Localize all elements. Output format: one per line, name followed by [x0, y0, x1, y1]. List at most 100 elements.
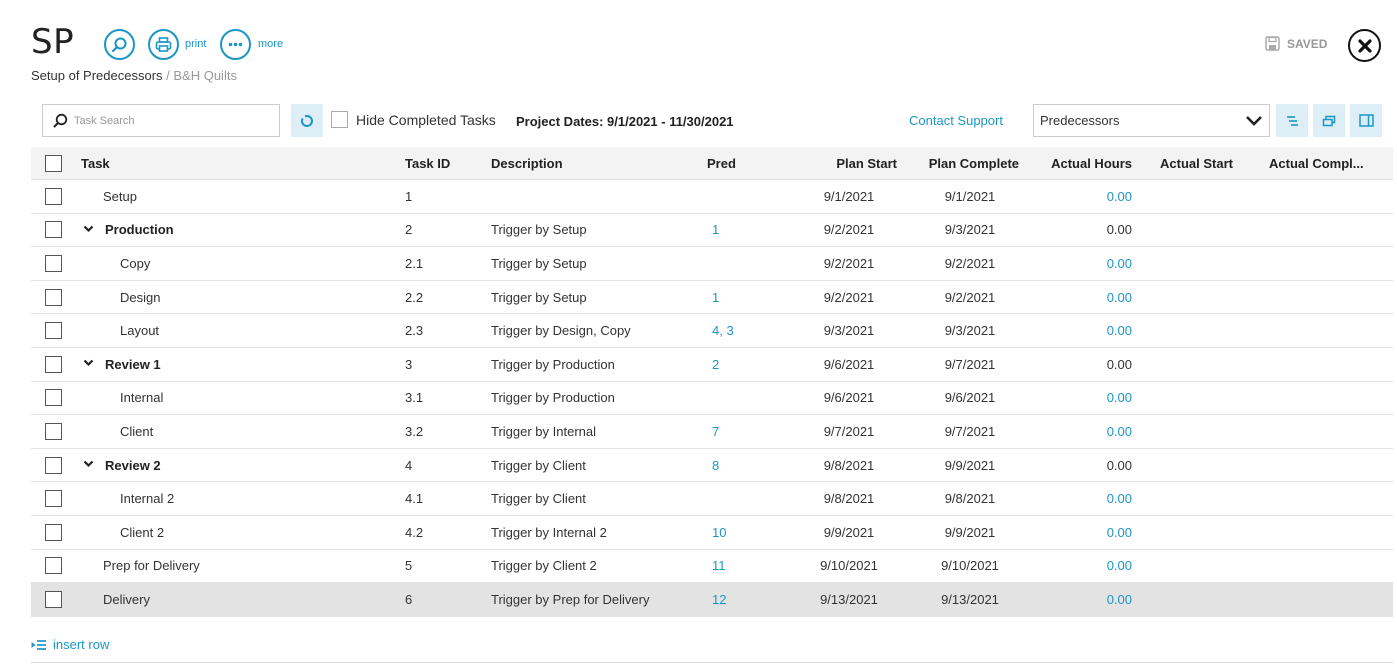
description-cell: Trigger by Prep for Delivery [491, 591, 650, 607]
col-header-actual-hours[interactable]: Actual Hours [1032, 147, 1132, 179]
row-checkbox[interactable] [45, 590, 62, 608]
col-header-task[interactable]: Task [81, 147, 110, 179]
task-name-cell[interactable]: Prep for Delivery [103, 550, 200, 583]
task-name-cell[interactable]: Setup [103, 180, 137, 213]
panel-view-button[interactable] [1350, 104, 1382, 137]
print-button[interactable] [148, 29, 179, 60]
pred-cell[interactable]: 10 [712, 516, 726, 549]
col-header-actual-start[interactable]: Actual Start [1160, 147, 1233, 179]
chevron-down-icon[interactable] [83, 224, 97, 236]
hide-completed-checkbox[interactable] [331, 111, 348, 128]
table-row[interactable]: Layout 2.3 Trigger by Design, Copy 4, 3 9/3/… [31, 314, 1393, 348]
row-checkbox[interactable] [45, 187, 62, 205]
more-button[interactable] [220, 29, 251, 60]
search-button[interactable] [104, 29, 135, 60]
table-row[interactable]: Internal 2 4.1 Trigger by Client 9/8/2021 9/… [31, 482, 1393, 516]
task-search-box[interactable] [42, 104, 280, 137]
outline-view-button[interactable] [1276, 104, 1308, 137]
actual-hours-cell[interactable]: 0.00 [1032, 382, 1132, 415]
breadcrumb-client[interactable]: B&H Quilts [173, 68, 237, 83]
task-name-cell[interactable]: Client 2 [120, 516, 164, 549]
col-header-task-id[interactable]: Task ID [405, 147, 450, 179]
row-select-cell [45, 449, 62, 482]
breadcrumb-page: Setup of Predecessors [31, 68, 163, 83]
actual-hours-cell[interactable]: 0.00 [1032, 583, 1132, 616]
col-header-actual-complete[interactable]: Actual Compl... [1269, 147, 1364, 179]
actual-hours-cell[interactable]: 0.00 [1032, 314, 1132, 347]
col-header-plan-start[interactable]: Plan Start [801, 147, 897, 179]
row-select-cell [45, 247, 62, 280]
row-checkbox[interactable] [45, 288, 62, 306]
actual-hours-cell[interactable]: 0.00 [1032, 247, 1132, 280]
task-name-cell[interactable]: Production [83, 214, 174, 247]
refresh-button[interactable] [291, 104, 323, 137]
insert-row-button[interactable]: insert row [31, 637, 109, 652]
pred-cell[interactable]: 8 [712, 449, 719, 482]
table-row[interactable]: Internal 3.1 Trigger by Production 9/6/2021… [31, 382, 1393, 416]
pred-cell[interactable]: 11 [712, 550, 726, 583]
task-name-cell[interactable]: Delivery [103, 583, 150, 616]
task-id-cell: 3.2 [405, 423, 424, 439]
task-name-cell[interactable]: Internal [120, 382, 163, 415]
task-name-cell[interactable]: Review 2 [83, 449, 161, 482]
task-name-cell[interactable]: Layout [120, 314, 159, 347]
row-checkbox[interactable] [45, 221, 62, 239]
row-checkbox[interactable] [45, 322, 62, 340]
actual-hours-cell[interactable]: 0.00 [1032, 482, 1132, 515]
actual-hours-cell[interactable]: 0.00 [1032, 516, 1132, 549]
table-row[interactable]: Prep for Delivery 5 Trigger by Client 2 11 9… [31, 550, 1393, 584]
table-row[interactable]: Design 2.2 Trigger by Setup 1 9/2/2021 9/2/20… [31, 281, 1393, 315]
task-name: Design [120, 289, 161, 305]
table-row[interactable]: Setup 1 9/1/2021 9/1/2021 0.00 [31, 180, 1393, 214]
close-button[interactable] [1348, 29, 1381, 62]
chevron-down-icon[interactable] [83, 459, 97, 471]
row-checkbox[interactable] [45, 422, 62, 440]
window-view-button[interactable] [1313, 104, 1345, 137]
table-row[interactable]: Copy 2.1 Trigger by Setup 9/2/2021 9/2/2021 0… [31, 247, 1393, 281]
table-row[interactable]: Production 2 Trigger by Setup 1 9/2/2021 9/3/… [31, 214, 1393, 248]
actual-hours-cell[interactable]: 0.00 [1032, 180, 1132, 213]
row-checkbox[interactable] [45, 490, 62, 508]
row-checkbox[interactable] [45, 254, 62, 272]
col-header-description[interactable]: Description [491, 147, 563, 179]
row-checkbox[interactable] [45, 523, 62, 541]
plan-start-cell: 9/9/2021 [823, 524, 875, 540]
task-name-cell[interactable]: Copy [120, 247, 150, 280]
pred-cell[interactable]: 7 [712, 415, 719, 448]
task-name-cell[interactable]: Internal 2 [120, 482, 174, 515]
row-checkbox[interactable] [45, 355, 62, 373]
col-header-plan-complete[interactable]: Plan Complete [910, 147, 1019, 179]
table-row[interactable]: Review 2 4 Trigger by Client 8 9/8/2021 9/9/2… [31, 449, 1393, 483]
pred-cell[interactable]: 1 [712, 281, 719, 314]
task-search-input[interactable] [74, 114, 264, 127]
actual-hours-cell[interactable]: 0.00 [1032, 550, 1132, 583]
task-id-cell: 4.1 [405, 491, 424, 507]
actual-hours-cell[interactable]: 0.00 [1032, 415, 1132, 448]
table-row[interactable]: Review 1 3 Trigger by Production 2 9/6/2021 9… [31, 348, 1393, 382]
view-select[interactable]: Predecessors [1033, 104, 1270, 137]
pred-cell[interactable]: 1 [712, 214, 719, 247]
chevron-down-icon[interactable] [83, 358, 97, 370]
table-row[interactable]: Delivery 6 Trigger by Prep for Delivery 12 9… [31, 583, 1393, 617]
table-row[interactable]: Client 2 4.2 Trigger by Internal 2 10 9/9/20… [31, 516, 1393, 550]
more-link[interactable]: more [258, 38, 283, 50]
actual-hours-cell[interactable]: 0.00 [1032, 281, 1132, 314]
pred-cell[interactable]: 4, 3 [712, 314, 734, 347]
task-id-cell: 3 [405, 356, 413, 372]
table-row[interactable]: Client 3.2 Trigger by Internal 7 9/7/2021 9/7… [31, 415, 1393, 449]
print-link[interactable]: print [185, 38, 206, 50]
task-name-cell[interactable]: Design [120, 281, 160, 314]
windows-icon [1322, 115, 1336, 126]
contact-support-link[interactable]: Contact Support [909, 113, 1003, 128]
pred-cell[interactable]: 2 [712, 348, 719, 381]
task-name-cell[interactable]: Review 1 [83, 348, 161, 381]
row-checkbox[interactable] [45, 456, 62, 474]
pred-cell[interactable]: 12 [712, 583, 726, 616]
plan-start-cell: 9/13/2021 [820, 591, 878, 607]
select-all-checkbox[interactable] [45, 154, 62, 172]
row-checkbox[interactable] [45, 557, 62, 575]
hide-completed-toggle[interactable]: Hide Completed Tasks [331, 111, 496, 128]
row-checkbox[interactable] [45, 389, 62, 407]
task-name-cell[interactable]: Client [120, 415, 153, 448]
col-header-pred[interactable]: Pred [707, 147, 736, 179]
